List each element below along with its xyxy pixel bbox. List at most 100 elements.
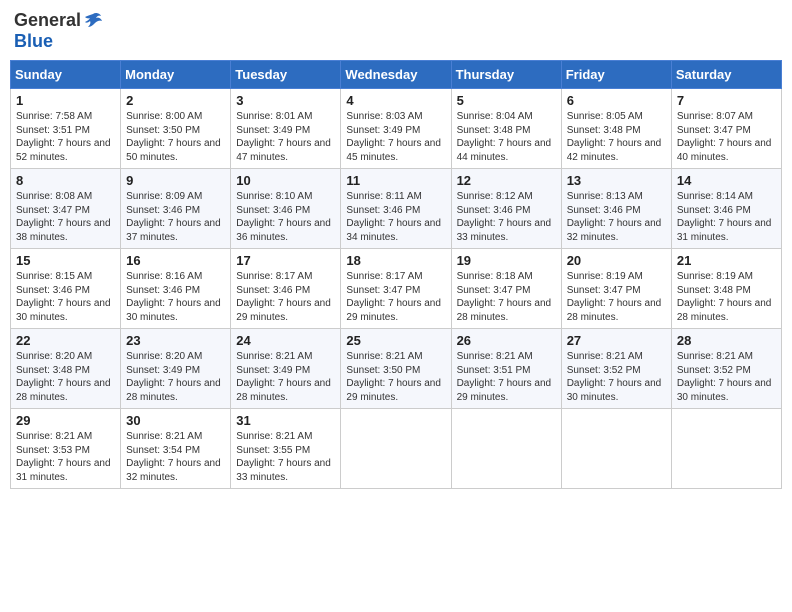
day-info: Sunrise: 8:12 AMSunset: 3:46 PMDaylight:… — [457, 190, 556, 244]
week-row-1: 1Sunrise: 7:58 AMSunset: 3:51 PMDaylight… — [11, 89, 782, 169]
daylight-label: Daylight: 7 hours and 28 minutes. — [457, 298, 552, 323]
sunrise-text: Sunrise: 8:21 AM — [16, 431, 92, 442]
daylight-label: Daylight: 7 hours and 40 minutes. — [677, 138, 772, 163]
day-number: 30 — [126, 413, 225, 428]
empty-cell — [561, 409, 671, 489]
day-cell-22: 22Sunrise: 8:20 AMSunset: 3:48 PMDayligh… — [11, 329, 121, 409]
sunset-text: Sunset: 3:46 PM — [346, 205, 420, 216]
day-cell-14: 14Sunrise: 8:14 AMSunset: 3:46 PMDayligh… — [671, 169, 781, 249]
day-info: Sunrise: 8:05 AMSunset: 3:48 PMDaylight:… — [567, 110, 666, 164]
sunset-text: Sunset: 3:54 PM — [126, 445, 200, 456]
sunset-text: Sunset: 3:49 PM — [346, 125, 420, 136]
day-info: Sunrise: 8:21 AMSunset: 3:52 PMDaylight:… — [567, 350, 666, 404]
day-cell-29: 29Sunrise: 8:21 AMSunset: 3:53 PMDayligh… — [11, 409, 121, 489]
daylight-label: Daylight: 7 hours and 29 minutes. — [346, 378, 441, 403]
day-cell-30: 30 Sunrise: 8:21 AM Sunset: 3:54 PM Dayligh… — [121, 409, 231, 489]
sunrise-text: Sunrise: 8:04 AM — [457, 111, 533, 122]
day-cell-10: 10Sunrise: 8:10 AMSunset: 3:46 PMDayligh… — [231, 169, 341, 249]
day-info: Sunrise: 8:09 AMSunset: 3:46 PMDaylight:… — [126, 190, 225, 244]
day-cell-18: 18Sunrise: 8:17 AMSunset: 3:47 PMDayligh… — [341, 249, 451, 329]
sunset-text: Sunset: 3:47 PM — [457, 285, 531, 296]
day-number: 12 — [457, 173, 556, 188]
day-info: Sunrise: 8:15 AMSunset: 3:46 PMDaylight:… — [16, 270, 115, 324]
day-info: Sunrise: 8:03 AMSunset: 3:49 PMDaylight:… — [346, 110, 445, 164]
day-cell-5: 5 Sunrise: 8:04 AMSunset: 3:48 PMDaylight… — [451, 89, 561, 169]
day-info: Sunrise: 8:00 AMSunset: 3:50 PMDaylight:… — [126, 110, 225, 164]
sunrise-text: Sunrise: 8:17 AM — [236, 271, 312, 282]
sunrise-text: Sunrise: 8:13 AM — [567, 191, 643, 202]
day-info: Sunrise: 8:16 AMSunset: 3:46 PMDaylight:… — [126, 270, 225, 324]
sunset-text: Sunset: 3:46 PM — [567, 205, 641, 216]
header-thursday: Thursday — [451, 61, 561, 89]
day-cell-4: 4Sunrise: 8:03 AMSunset: 3:49 PMDaylight… — [341, 89, 451, 169]
empty-cell — [671, 409, 781, 489]
day-number: 20 — [567, 253, 666, 268]
sunset-text: Sunset: 3:46 PM — [457, 205, 531, 216]
sunrise-text: Sunrise: 8:16 AM — [126, 271, 202, 282]
sunset-text: Sunset: 3:46 PM — [236, 285, 310, 296]
day-cell-7: 7Sunrise: 8:07 AMSunset: 3:47 PMDaylight… — [671, 89, 781, 169]
daylight-label: Daylight: 7 hours and 30 minutes. — [567, 378, 662, 403]
daylight-label: Daylight: 7 hours and 32 minutes. — [126, 458, 221, 483]
sunrise-text: Sunrise: 8:20 AM — [126, 351, 202, 362]
day-cell-26: 26Sunrise: 8:21 AMSunset: 3:51 PMDayligh… — [451, 329, 561, 409]
sunrise-text: Sunrise: 8:00 AM — [126, 111, 202, 122]
sunrise-text: Sunrise: 8:21 AM — [126, 431, 202, 442]
day-cell-23: 23Sunrise: 8:20 AMSunset: 3:49 PMDayligh… — [121, 329, 231, 409]
day-info: Sunrise: 8:13 AMSunset: 3:46 PMDaylight:… — [567, 190, 666, 244]
daylight-label: Daylight: 7 hours and 50 minutes. — [126, 138, 221, 163]
sunset-text: Sunset: 3:49 PM — [126, 365, 200, 376]
day-number: 10 — [236, 173, 335, 188]
day-info: Sunrise: 8:20 AMSunset: 3:48 PMDaylight:… — [16, 350, 115, 404]
day-number: 31 — [236, 413, 335, 428]
daylight-label: Daylight: 7 hours and 31 minutes. — [677, 218, 772, 243]
header-sunday: Sunday — [11, 61, 121, 89]
sunrise-text: Sunrise: 8:12 AM — [457, 191, 533, 202]
sunrise-text: Sunrise: 8:21 AM — [236, 431, 312, 442]
sunrise-text: Sunrise: 7:58 AM — [16, 111, 92, 122]
sunset-text: Sunset: 3:52 PM — [677, 365, 751, 376]
day-number: 5 — [457, 93, 556, 108]
sunset-text: Sunset: 3:46 PM — [126, 285, 200, 296]
day-info: Sunrise: 8:21 AMSunset: 3:55 PMDaylight:… — [236, 430, 335, 484]
day-number: 21 — [677, 253, 776, 268]
sunset-text: Sunset: 3:47 PM — [16, 205, 90, 216]
sunset-text: Sunset: 3:48 PM — [567, 125, 641, 136]
day-number: 8 — [16, 173, 115, 188]
day-info: Sunrise: 8:04 AMSunset: 3:48 PMDaylight:… — [457, 110, 556, 164]
page-header: General Blue — [10, 10, 782, 52]
day-number: 14 — [677, 173, 776, 188]
header-monday: Monday — [121, 61, 231, 89]
daylight-label: Daylight: 7 hours and 29 minutes. — [346, 298, 441, 323]
day-cell-9: 9Sunrise: 8:09 AMSunset: 3:46 PMDaylight… — [121, 169, 231, 249]
day-info: Sunrise: 8:21 AM Sunset: 3:54 PM Daylight:… — [126, 430, 225, 484]
daylight-label: Daylight: 7 hours and 34 minutes. — [346, 218, 441, 243]
sunset-text: Sunset: 3:47 PM — [346, 285, 420, 296]
logo-blue-text: Blue — [14, 31, 53, 52]
day-info: Sunrise: 8:21 AMSunset: 3:52 PMDaylight:… — [677, 350, 776, 404]
logo-bird-icon — [83, 11, 103, 31]
logo-general-text: General — [14, 10, 81, 31]
sunrise-text: Sunrise: 8:18 AM — [457, 271, 533, 282]
sunset-text: Sunset: 3:47 PM — [677, 125, 751, 136]
day-cell-11: 11Sunrise: 8:11 AMSunset: 3:46 PMDayligh… — [341, 169, 451, 249]
sunset-text: Sunset: 3:49 PM — [236, 125, 310, 136]
daylight-label: Daylight: 7 hours and 47 minutes. — [236, 138, 331, 163]
daylight-label: Daylight: 7 hours and 29 minutes. — [236, 298, 331, 323]
empty-cell — [451, 409, 561, 489]
day-cell-21: 21Sunrise: 8:19 AMSunset: 3:48 PMDayligh… — [671, 249, 781, 329]
day-number: 17 — [236, 253, 335, 268]
day-cell-24: 24Sunrise: 8:21 AMSunset: 3:49 PMDayligh… — [231, 329, 341, 409]
week-row-5: 29Sunrise: 8:21 AMSunset: 3:53 PMDayligh… — [11, 409, 782, 489]
sunset-text: Sunset: 3:55 PM — [236, 445, 310, 456]
calendar-table: SundayMondayTuesdayWednesdayThursdayFrid… — [10, 60, 782, 489]
day-number: 1 — [16, 93, 115, 108]
sunset-text: Sunset: 3:48 PM — [16, 365, 90, 376]
sunset-text: Sunset: 3:46 PM — [126, 205, 200, 216]
logo: General Blue — [14, 10, 103, 52]
day-info: Sunrise: 8:11 AMSunset: 3:46 PMDaylight:… — [346, 190, 445, 244]
day-number: 22 — [16, 333, 115, 348]
daylight-label: Daylight: 7 hours and 38 minutes. — [16, 218, 111, 243]
sunrise-text: Sunrise: 8:17 AM — [346, 271, 422, 282]
sunrise-text: Sunrise: 8:20 AM — [16, 351, 92, 362]
